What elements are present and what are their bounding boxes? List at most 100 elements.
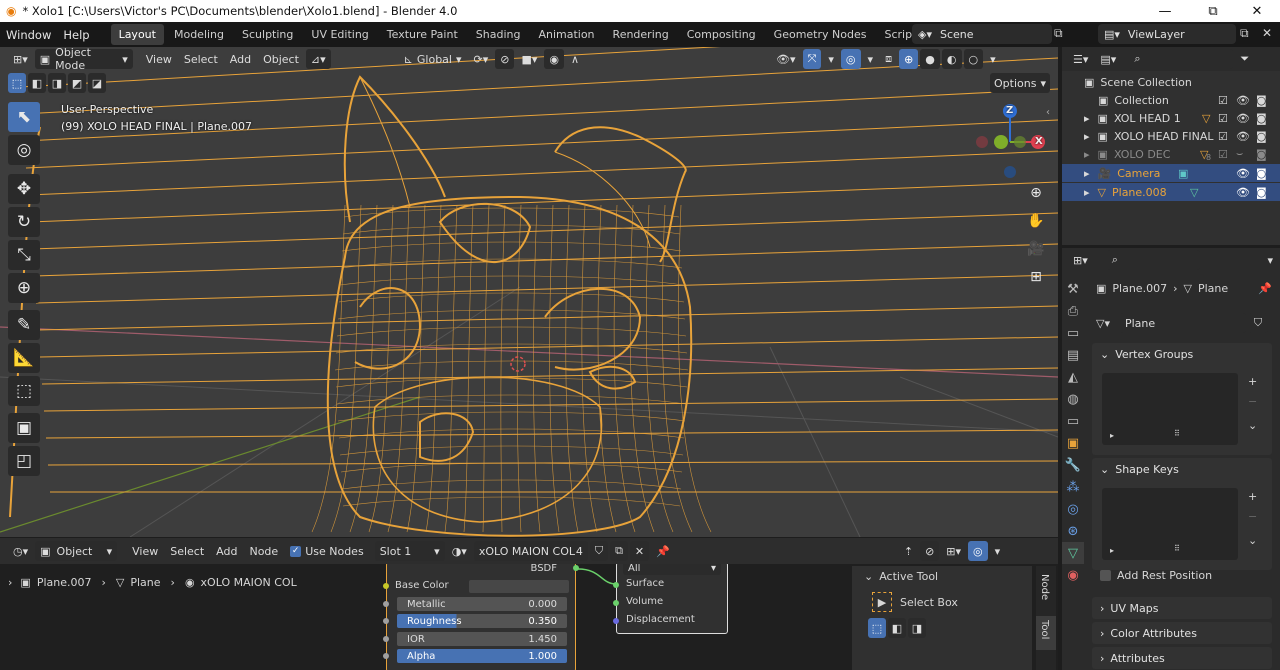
add-rest-position-row[interactable]: Add Rest Position bbox=[1100, 569, 1212, 582]
sidebar-tab-tool[interactable]: Tool bbox=[1039, 620, 1050, 639]
fake-user-icon[interactable]: ⛉ bbox=[589, 541, 609, 561]
select-extend-icon[interactable]: ◧ bbox=[888, 618, 906, 638]
tab-animation[interactable]: Animation bbox=[530, 24, 602, 45]
active-tool-header[interactable]: ⌄ Active Tool bbox=[852, 566, 1032, 586]
resize-handle-icon[interactable]: ⠿ bbox=[1174, 429, 1180, 438]
select-intersect-icon[interactable]: ◪ bbox=[88, 73, 106, 93]
expand-icon[interactable]: ▸ bbox=[1084, 148, 1090, 161]
parent-node-tree-icon[interactable]: ⇡ bbox=[899, 541, 918, 561]
metallic-field[interactable]: Metallic 0.000 bbox=[397, 597, 567, 611]
eye-icon[interactable]: 👁 bbox=[1236, 112, 1250, 125]
unlink-material-icon[interactable]: ✕ bbox=[629, 541, 650, 561]
node-menu-add[interactable]: Add bbox=[211, 541, 242, 561]
camera-view-icon[interactable]: 🎥 bbox=[1024, 237, 1048, 261]
menu-select[interactable]: Select bbox=[179, 49, 223, 69]
volume-socket[interactable] bbox=[613, 600, 619, 606]
base-color-swatch[interactable] bbox=[469, 580, 569, 593]
viewlayer-selector[interactable]: ▤▾ ViewLayer bbox=[1098, 24, 1236, 44]
collection-tab-icon[interactable]: ▭ bbox=[1062, 410, 1084, 432]
attributes-panel[interactable]: › Attributes bbox=[1092, 647, 1272, 669]
shader-type-dropdown[interactable]: ▣ Object ▾ bbox=[35, 541, 118, 561]
object-tab-icon[interactable]: ▣ bbox=[1062, 432, 1084, 454]
expand-icon[interactable]: ▸ bbox=[1084, 112, 1090, 125]
camera-icon[interactable]: ◙ bbox=[1256, 94, 1267, 107]
vertex-group-menu-icon[interactable]: ⌄ bbox=[1248, 419, 1257, 432]
pan-hand-icon[interactable]: ✋ bbox=[1024, 209, 1048, 233]
show-gizmo-icon[interactable]: ⤧ bbox=[802, 49, 822, 69]
checkbox-icon[interactable]: ☑ bbox=[1218, 148, 1228, 161]
shading-solid-icon[interactable]: ● bbox=[920, 49, 940, 69]
select-new-icon[interactable]: ⬚ bbox=[8, 73, 26, 93]
select-subtract-icon[interactable]: ◨ bbox=[908, 618, 926, 638]
tab-sculpting[interactable]: Sculpting bbox=[234, 24, 301, 45]
particles-tab-icon[interactable]: ⁂ bbox=[1062, 476, 1084, 498]
shear-tool-icon[interactable]: ◰ bbox=[8, 446, 40, 476]
world-tab-icon[interactable]: ◍ bbox=[1062, 388, 1084, 410]
menu-help[interactable]: Help bbox=[57, 28, 95, 42]
tab-uv-editing[interactable]: UV Editing bbox=[303, 24, 376, 45]
ortho-grid-icon[interactable]: ⊞ bbox=[1024, 265, 1048, 289]
add-vertex-group-icon[interactable]: + bbox=[1248, 375, 1257, 388]
remove-vertex-group-icon[interactable]: − bbox=[1248, 395, 1257, 408]
node-overlays-icon[interactable]: ◎ bbox=[968, 541, 988, 561]
principled-bsdf-node[interactable]: BSDF Base Color Metallic 0.000 Roughness… bbox=[383, 564, 579, 670]
menu-add[interactable]: Add bbox=[225, 49, 256, 69]
eye-icon[interactable]: 👁 bbox=[1236, 130, 1250, 143]
new-scene-icon[interactable]: ⧉ bbox=[1054, 26, 1063, 41]
vertex-groups-list[interactable]: ▸ ⠿ bbox=[1102, 373, 1238, 445]
transform-tool-icon[interactable]: ⊕ bbox=[8, 273, 40, 303]
minimize-button[interactable]: — bbox=[1142, 0, 1188, 22]
shape-keys-header[interactable]: ⌄ Shape Keys bbox=[1092, 458, 1272, 480]
scene-tab-icon[interactable]: ◭ bbox=[1062, 366, 1084, 388]
tab-modeling[interactable]: Modeling bbox=[166, 24, 232, 45]
eye-icon[interactable]: 👁 bbox=[1236, 94, 1250, 107]
visibility-icon[interactable]: 👁▾ bbox=[771, 49, 801, 69]
snap-mode-icon[interactable]: ⊞▾ bbox=[941, 541, 966, 561]
shading-dropdown-icon[interactable]: ▾ bbox=[985, 49, 1001, 69]
output-tab-icon[interactable]: ▭ bbox=[1062, 322, 1084, 344]
tab-compositing[interactable]: Compositing bbox=[679, 24, 764, 45]
mesh-data-selector[interactable]: ▽▾ Plane ⛉ bbox=[1096, 313, 1270, 333]
node-overlays-dropdown-icon[interactable]: ▾ bbox=[990, 541, 1006, 561]
vertex-groups-header[interactable]: ⌄ Vertex Groups bbox=[1092, 343, 1272, 365]
pin-icon[interactable]: 📌 bbox=[1258, 282, 1272, 295]
move-tool-icon[interactable]: ✥ bbox=[8, 174, 40, 204]
eye-icon[interactable]: 👁 bbox=[1236, 186, 1250, 199]
eye-closed-icon[interactable]: ⌣ bbox=[1236, 147, 1243, 161]
camera-icon[interactable]: ◙ bbox=[1256, 167, 1267, 180]
roughness-field[interactable]: Roughness 0.350 bbox=[397, 614, 567, 628]
fake-user-icon[interactable]: ⛉ bbox=[1247, 313, 1268, 333]
measure-tool-icon[interactable]: 📐 bbox=[8, 343, 40, 373]
surface-socket[interactable] bbox=[613, 582, 619, 588]
sidebar-tab-node[interactable]: Node bbox=[1039, 574, 1050, 600]
select-extend-icon[interactable]: ◧ bbox=[28, 73, 46, 93]
constraints-tab-icon[interactable]: ⊛ bbox=[1062, 520, 1084, 542]
outliner-scene-collection[interactable]: ▣ Scene Collection bbox=[1062, 73, 1280, 91]
tab-layout[interactable]: Layout bbox=[110, 24, 164, 45]
select-box-tool-icon[interactable]: ⬉ bbox=[8, 102, 40, 132]
expand-icon[interactable]: ▸ bbox=[1084, 167, 1090, 180]
resize-handle-icon[interactable]: ⠿ bbox=[1174, 544, 1180, 553]
outliner-row-collection[interactable]: ▣ Collection ☑ 👁 ◙ bbox=[1062, 91, 1280, 109]
options-dropdown[interactable]: Options ▾ bbox=[990, 73, 1050, 93]
node-menu-select[interactable]: Select bbox=[165, 541, 209, 561]
node-menu-node[interactable]: Node bbox=[244, 541, 283, 561]
tab-texture-paint[interactable]: Texture Paint bbox=[379, 24, 466, 45]
node-menu-view[interactable]: View bbox=[127, 541, 163, 561]
camera-icon[interactable]: ◙ bbox=[1256, 130, 1267, 143]
gizmo-toggle-icon[interactable]: ⊿▾ bbox=[305, 49, 331, 69]
node-editor-type-icon[interactable]: ◷▾ bbox=[8, 541, 33, 561]
annotate-tool-icon[interactable]: ✎ bbox=[8, 310, 40, 340]
mesh-name-field[interactable]: Plane bbox=[1119, 313, 1246, 333]
scale-tool-icon[interactable]: ⤡ bbox=[8, 240, 40, 270]
checkbox-icon[interactable]: ☑ bbox=[1218, 112, 1228, 125]
select-difference-icon[interactable]: ◩ bbox=[68, 73, 86, 93]
menu-window[interactable]: Window bbox=[0, 28, 57, 42]
shading-rendered-icon[interactable]: ○ bbox=[963, 49, 984, 69]
outliner-editor-icon[interactable]: ☰▾ bbox=[1068, 49, 1093, 69]
expand-icon[interactable]: ▸ bbox=[1084, 186, 1090, 199]
scene-selector[interactable]: ◈▾ Scene bbox=[912, 24, 1052, 44]
add-shape-key-icon[interactable]: + bbox=[1248, 490, 1257, 503]
material-output-node[interactable]: All ▾ Surface Volume Displacement bbox=[613, 564, 728, 634]
zoom-icon[interactable]: ⊕ bbox=[1024, 181, 1048, 205]
